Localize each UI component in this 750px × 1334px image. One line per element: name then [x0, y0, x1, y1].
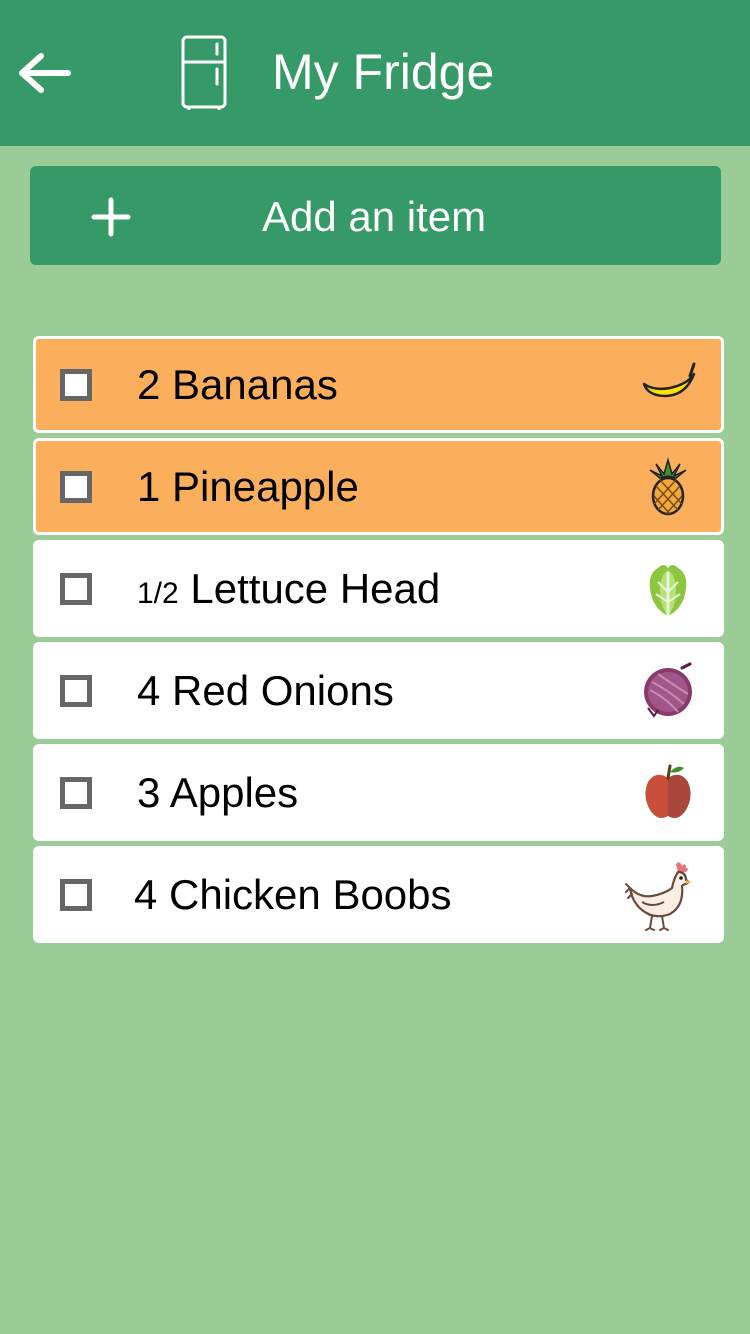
lettuce-icon	[638, 558, 698, 618]
fridge-icon	[180, 34, 228, 110]
item-quantity: 1/2	[137, 577, 179, 610]
item-label: 1 Pineapple	[137, 462, 359, 512]
item-label: 2 Bananas	[137, 360, 338, 410]
item-name: Lettuce Head	[190, 565, 441, 612]
add-item-button[interactable]: Add an item	[30, 166, 721, 265]
item-quantity: 4	[134, 871, 158, 918]
item-name: Red Onions	[172, 667, 394, 714]
chicken-icon	[624, 858, 694, 932]
list-item-chicken-boobs[interactable]: 4 Chicken Boobs	[33, 846, 724, 943]
apple-icon	[638, 762, 698, 822]
list-item-bananas[interactable]: 2 Bananas	[33, 336, 724, 433]
item-quantity: 3	[137, 769, 161, 816]
item-checkbox[interactable]	[60, 879, 92, 911]
back-button[interactable]	[14, 48, 74, 98]
item-quantity: 4	[137, 667, 161, 714]
item-label: 1/2 Lettuce Head	[137, 564, 440, 619]
list-item-apples[interactable]: 3 Apples	[33, 744, 724, 841]
item-checkbox[interactable]	[60, 573, 92, 605]
add-item-label: Add an item	[262, 193, 487, 240]
list-item-pineapple[interactable]: 1 Pineapple	[33, 438, 724, 535]
item-name: Chicken Boobs	[169, 871, 452, 918]
item-name: Apples	[169, 769, 299, 816]
item-name: Pineapple	[172, 463, 359, 510]
item-label: 4 Red Onions	[137, 666, 394, 716]
app-header: My Fridge	[0, 0, 750, 146]
item-quantity: 2	[137, 361, 161, 408]
item-quantity: 1	[137, 463, 161, 510]
item-label: 4 Chicken Boobs	[134, 870, 452, 920]
plus-icon	[90, 196, 132, 238]
red-onion-icon	[638, 660, 698, 720]
item-checkbox[interactable]	[60, 777, 92, 809]
arrow-left-icon	[19, 53, 71, 93]
banana-icon	[638, 354, 698, 414]
item-name: Bananas	[172, 361, 338, 408]
list-item-lettuce-head[interactable]: 1/2 Lettuce Head	[33, 540, 724, 637]
item-label: 3 Apples	[137, 768, 298, 818]
item-checkbox[interactable]	[60, 369, 92, 401]
pineapple-icon	[638, 456, 698, 516]
item-checkbox[interactable]	[60, 471, 92, 503]
item-checkbox[interactable]	[60, 675, 92, 707]
list-item-red-onions[interactable]: 4 Red Onions	[33, 642, 724, 739]
page-title: My Fridge	[272, 44, 495, 100]
